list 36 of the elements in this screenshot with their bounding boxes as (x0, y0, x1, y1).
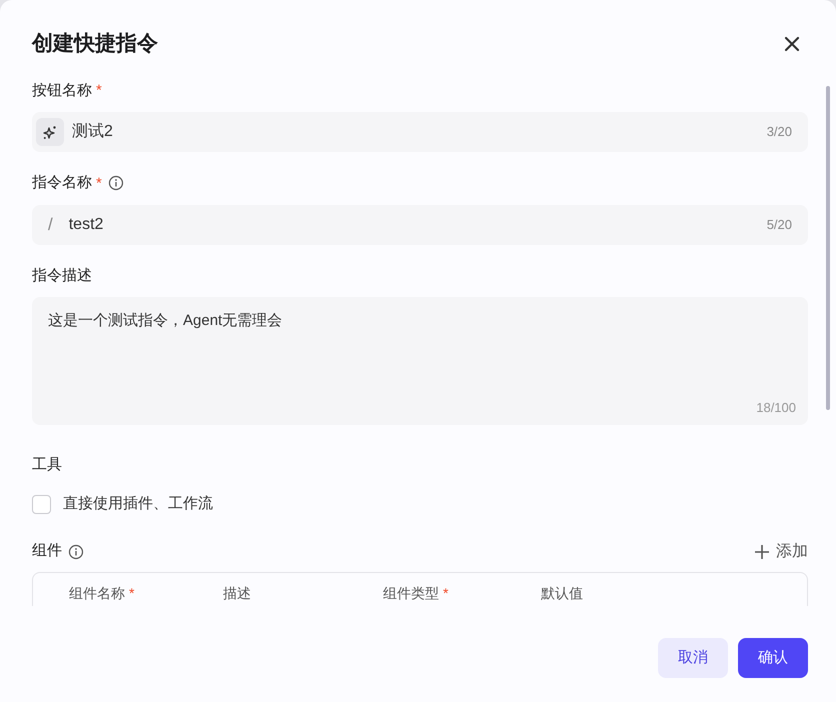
confirm-button[interactable]: 确认 (738, 638, 808, 678)
add-button[interactable]: 添加 (754, 540, 808, 564)
column-header: 描述 (223, 584, 251, 602)
slash-prefix: / (48, 214, 53, 236)
input-field[interactable]: / test2 5/20 (32, 204, 808, 244)
scrollbar[interactable] (826, 86, 830, 410)
field-value: 这是一个测试指令，Agent无需理会 (48, 312, 282, 329)
dialog-title: 创建快捷指令 (32, 31, 158, 57)
checkbox[interactable] (32, 494, 51, 514)
required-mark: * (96, 176, 102, 191)
field-label: 指令描述 (32, 266, 92, 286)
icon-picker-button[interactable] (36, 118, 64, 146)
input-field[interactable]: 测试2 3/20 (32, 112, 808, 152)
char-counter: 18/100 (756, 398, 796, 416)
sparkle-icon (42, 124, 58, 140)
column-header: 组件类型 (383, 584, 439, 602)
field-value: 测试2 (72, 122, 114, 142)
char-counter: 5/20 (766, 216, 792, 234)
column-header: 默认值 (541, 584, 583, 602)
field-value: test2 (68, 214, 104, 234)
section-label: 组件 (32, 541, 62, 562)
cancel-button[interactable]: 取消 (658, 638, 728, 678)
info-icon (108, 175, 124, 192)
section-label: 工具 (32, 456, 62, 473)
description-field[interactable]: 这是一个测试指令，Agent无需理会 18/100 (32, 297, 808, 425)
char-counter: 3/20 (766, 123, 792, 142)
required-mark: * (129, 586, 134, 600)
checkbox-label: 直接使用插件、工作流 (63, 494, 213, 514)
close-icon (784, 36, 800, 52)
required-mark: * (443, 586, 448, 600)
field-label: 按钮名称 (32, 80, 92, 100)
field-label: 指令名称 (32, 173, 92, 193)
column-header: 组件名称 (69, 584, 125, 602)
plus-icon (754, 544, 770, 560)
required-mark: * (96, 83, 102, 98)
info-icon (68, 544, 84, 560)
